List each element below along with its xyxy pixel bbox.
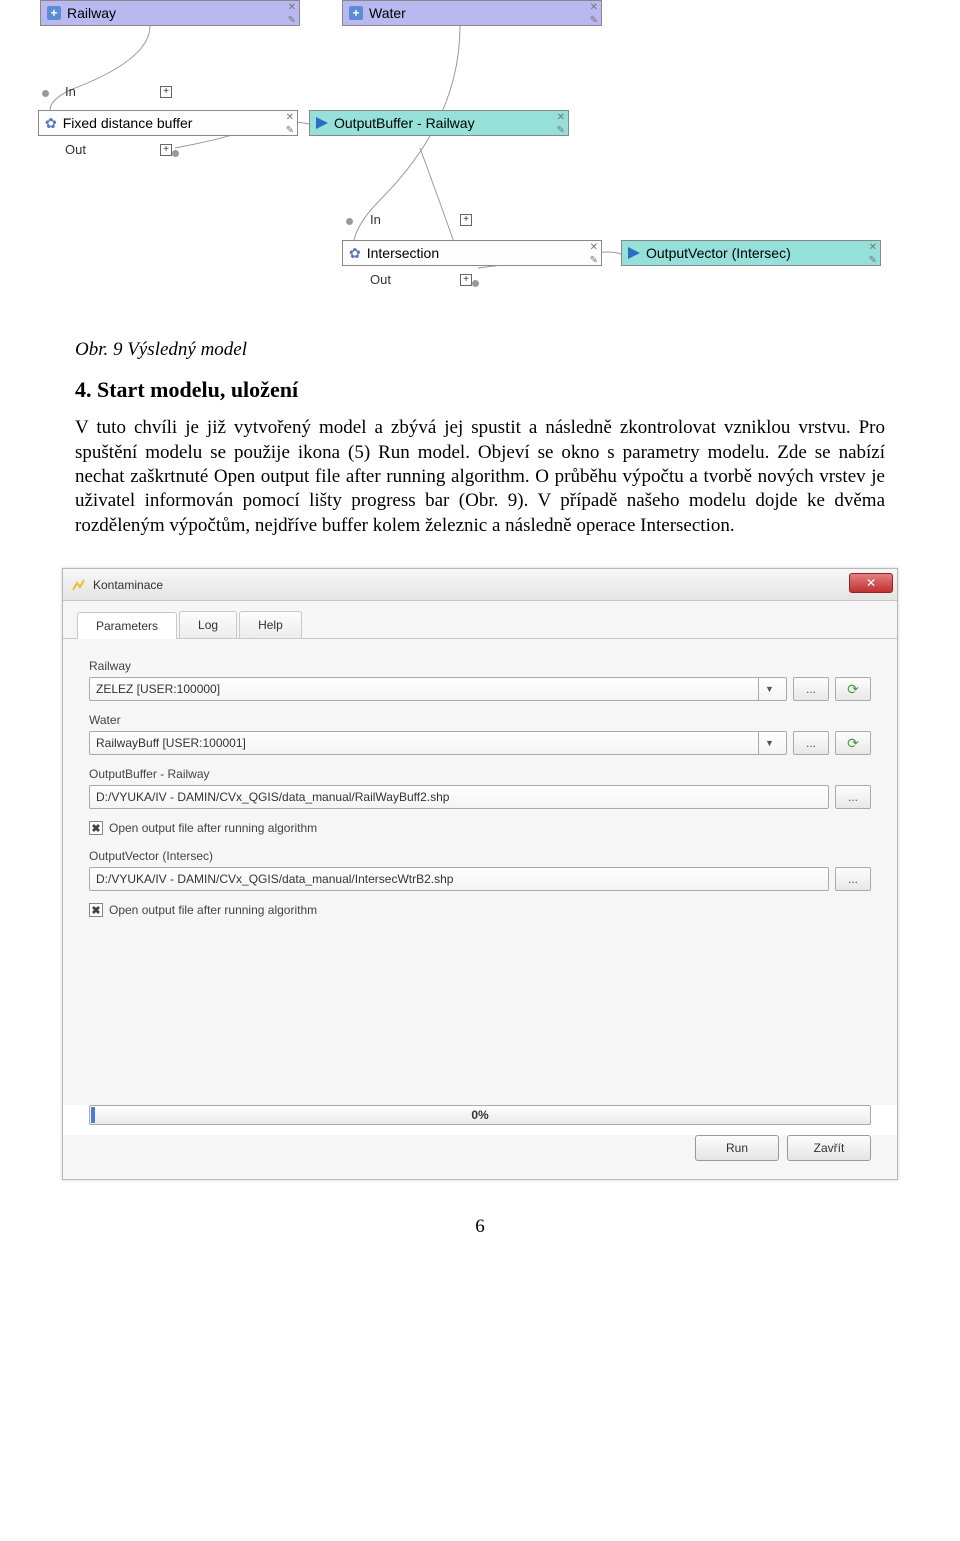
input-value: D:/VYUKA/IV - DAMIN/CVx_QGIS/data_manual… xyxy=(96,872,822,886)
label-railway: Railway xyxy=(89,659,871,673)
node-intersection[interactable]: ✿ Intersection ✕✎ xyxy=(342,240,602,266)
port-expand[interactable]: + xyxy=(160,86,172,98)
label-water: Water xyxy=(89,713,871,727)
titlebar: Kontaminace ✕ xyxy=(63,569,897,601)
form-panel: Railway ZELEZ [USER:100000] ▼ ... ⟳ Wate… xyxy=(63,639,897,1105)
node-tools: ✕✎ xyxy=(288,2,296,26)
port-out-label: Out xyxy=(65,142,86,157)
browse-button[interactable]: ... xyxy=(793,677,829,701)
paragraph: V tuto chvíli je již vytvořený model a z… xyxy=(75,416,885,538)
arrow-icon xyxy=(316,117,328,129)
node-label: OutputVector (Intersec) xyxy=(646,245,791,261)
node-label: Intersection xyxy=(367,245,439,261)
node-water[interactable]: + Water ✕✎ xyxy=(342,0,602,26)
dropdown-icon[interactable]: ▼ xyxy=(758,677,780,701)
port-dot xyxy=(472,280,479,287)
input-value: ZELEZ [USER:100000] xyxy=(96,682,758,696)
tab-help[interactable]: Help xyxy=(239,611,302,638)
figure-caption: Obr. 9 Výsledný model xyxy=(75,338,885,362)
tab-log[interactable]: Log xyxy=(179,611,237,638)
dropdown-icon[interactable]: ▼ xyxy=(758,731,780,755)
checkbox-open-output-2[interactable]: ✖ xyxy=(89,903,103,917)
input-output-buffer[interactable]: D:/VYUKA/IV - DAMIN/CVx_QGIS/data_manual… xyxy=(89,785,829,809)
input-value: D:/VYUKA/IV - DAMIN/CVx_QGIS/data_manual… xyxy=(96,790,822,804)
refresh-button[interactable]: ⟳ xyxy=(835,677,871,701)
node-label: Fixed distance buffer xyxy=(63,115,193,131)
plus-icon: + xyxy=(349,6,363,20)
label-output-vector: OutputVector (Intersec) xyxy=(89,849,871,863)
checkbox-open-output-1[interactable]: ✖ xyxy=(89,821,103,835)
run-button[interactable]: Run xyxy=(695,1135,779,1161)
port-dot xyxy=(346,218,353,225)
input-railway[interactable]: ZELEZ [USER:100000] ▼ xyxy=(89,677,787,701)
gear-icon: ✿ xyxy=(349,245,361,262)
port-expand[interactable]: + xyxy=(460,274,472,286)
refresh-button[interactable]: ⟳ xyxy=(835,731,871,755)
port-expand[interactable]: + xyxy=(460,214,472,226)
dialog-kontaminace: Kontaminace ✕ Parameters Log Help Railwa… xyxy=(62,568,898,1180)
arrow-icon xyxy=(628,247,640,259)
node-label: OutputBuffer - Railway xyxy=(334,115,475,131)
close-button[interactable]: Zavřít xyxy=(787,1135,871,1161)
input-value: RailwayBuff [USER:100001] xyxy=(96,736,758,750)
port-in-label: In xyxy=(65,84,76,99)
checkbox-label: Open output file after running algorithm xyxy=(109,903,317,917)
node-fixed-buffer[interactable]: ✿ Fixed distance buffer ✕✎ xyxy=(38,110,298,136)
node-railway[interactable]: + Railway ✕✎ xyxy=(40,0,300,26)
section-heading: 4. Start modelu, uložení xyxy=(75,376,885,404)
port-dot xyxy=(172,150,179,157)
tabs: Parameters Log Help xyxy=(63,601,897,639)
progress-bar: 0% xyxy=(89,1105,871,1125)
node-label: Water xyxy=(369,5,406,21)
refresh-icon: ⟳ xyxy=(847,735,859,752)
input-output-vector[interactable]: D:/VYUKA/IV - DAMIN/CVx_QGIS/data_manual… xyxy=(89,867,829,891)
diagram-connectors xyxy=(20,0,940,320)
browse-button[interactable]: ... xyxy=(793,731,829,755)
refresh-icon: ⟳ xyxy=(847,681,859,698)
browse-button[interactable]: ... xyxy=(835,867,871,891)
browse-button[interactable]: ... xyxy=(835,785,871,809)
model-diagram: + Railway ✕✎ + Water ✕✎ In + ✿ Fixed dis… xyxy=(20,0,940,320)
node-output-vector[interactable]: OutputVector (Intersec) ✕✎ xyxy=(621,240,881,266)
node-tools: ✕✎ xyxy=(590,242,598,266)
label-output-buffer: OutputBuffer - Railway xyxy=(89,767,871,781)
gear-icon: ✿ xyxy=(45,115,57,132)
progress-label: 0% xyxy=(90,1108,870,1122)
window-title: Kontaminace xyxy=(93,578,163,592)
port-expand[interactable]: + xyxy=(160,144,172,156)
input-water[interactable]: RailwayBuff [USER:100001] ▼ xyxy=(89,731,787,755)
node-tools: ✕✎ xyxy=(869,242,877,266)
node-tools: ✕✎ xyxy=(590,2,598,26)
app-icon xyxy=(71,577,87,593)
node-tools: ✕✎ xyxy=(286,112,294,136)
node-tools: ✕✎ xyxy=(557,112,565,136)
port-out-label: Out xyxy=(370,272,391,287)
port-dot xyxy=(42,90,49,97)
plus-icon: + xyxy=(47,6,61,20)
node-label: Railway xyxy=(67,5,116,21)
node-output-buffer[interactable]: OutputBuffer - Railway ✕✎ xyxy=(309,110,569,136)
port-in-label: In xyxy=(370,212,381,227)
page-number: 6 xyxy=(0,1216,960,1258)
tab-parameters[interactable]: Parameters xyxy=(77,612,177,639)
checkbox-label: Open output file after running algorithm xyxy=(109,821,317,835)
window-close-button[interactable]: ✕ xyxy=(849,573,893,593)
